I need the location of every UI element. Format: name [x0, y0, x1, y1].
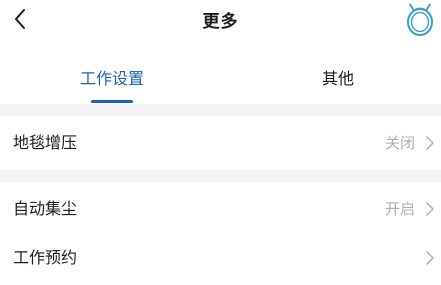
setting-value: 开启 [384, 200, 415, 218]
tab-other[interactable]: 其他 [248, 56, 428, 102]
chevron-right-icon [426, 136, 434, 150]
setting-row-schedule[interactable]: 工作预约 [0, 231, 441, 268]
setting-row-auto-empty[interactable]: 自动集尘 开启 [0, 182, 441, 236]
setting-label: 地毯增压 [13, 133, 78, 152]
tab-bar: 工作设置 其他 [0, 56, 441, 104]
robot-vacuum-icon [407, 3, 433, 36]
section-divider [0, 170, 441, 182]
chevron-right-icon [426, 202, 434, 216]
section-divider [0, 104, 441, 116]
nav-bar: 更多 [0, 0, 441, 40]
setting-value: 关闭 [384, 134, 415, 152]
robot-device-button[interactable] [403, 2, 437, 38]
setting-row-carpet-boost[interactable]: 地毯增压 关闭 [0, 116, 441, 170]
setting-label: 工作预约 [13, 248, 78, 267]
page-title: 更多 [202, 12, 239, 32]
active-tab-indicator [91, 100, 133, 103]
setting-label: 自动集尘 [13, 199, 78, 218]
chevron-right-icon [426, 251, 434, 265]
tab-work-settings[interactable]: 工作设置 [22, 56, 202, 102]
